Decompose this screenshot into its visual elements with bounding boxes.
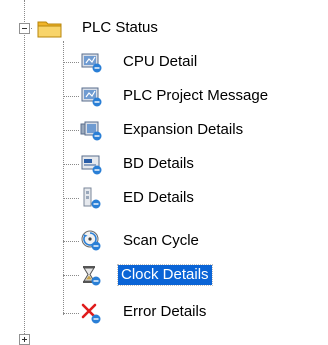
expansion-details-icon bbox=[80, 119, 102, 141]
tree-line-children bbox=[63, 41, 64, 315]
cpu-detail-icon bbox=[80, 51, 102, 73]
tree-line bbox=[63, 313, 79, 314]
tree-item-bd-details[interactable]: BD Details bbox=[121, 154, 196, 174]
collapse-toggle[interactable] bbox=[19, 23, 30, 34]
tree-item-plc-project-message[interactable]: PLC Project Message bbox=[121, 86, 270, 106]
tree-item-expansion-details[interactable]: Expansion Details bbox=[121, 120, 245, 140]
tree-item-plc-status[interactable]: PLC Status bbox=[80, 18, 160, 38]
project-message-icon bbox=[80, 85, 102, 107]
bd-details-icon bbox=[80, 153, 102, 175]
tree-line bbox=[63, 164, 79, 165]
error-details-icon bbox=[80, 302, 102, 324]
ed-details-icon bbox=[80, 187, 102, 209]
tree-item-clock-details[interactable]: Clock Details bbox=[117, 264, 213, 286]
tree-item-cpu-detail[interactable]: CPU Detail bbox=[121, 52, 199, 72]
tree-line bbox=[63, 96, 79, 97]
plc-status-tree: PLC Status CPU Detail PLC Project Messag… bbox=[0, 0, 328, 345]
tree-line bbox=[63, 130, 79, 131]
tree-line bbox=[63, 241, 79, 242]
tree-line bbox=[63, 198, 79, 199]
tree-line bbox=[63, 62, 79, 63]
tree-item-scan-cycle[interactable]: Scan Cycle bbox=[121, 231, 201, 251]
clock-details-icon bbox=[80, 264, 102, 286]
folder-icon bbox=[37, 17, 62, 39]
tree-item-error-details[interactable]: Error Details bbox=[121, 302, 208, 322]
tree-line bbox=[63, 275, 79, 276]
tree-line-outer bbox=[24, 0, 25, 340]
tree-item-ed-details[interactable]: ED Details bbox=[121, 188, 196, 208]
scan-cycle-icon bbox=[80, 229, 102, 251]
